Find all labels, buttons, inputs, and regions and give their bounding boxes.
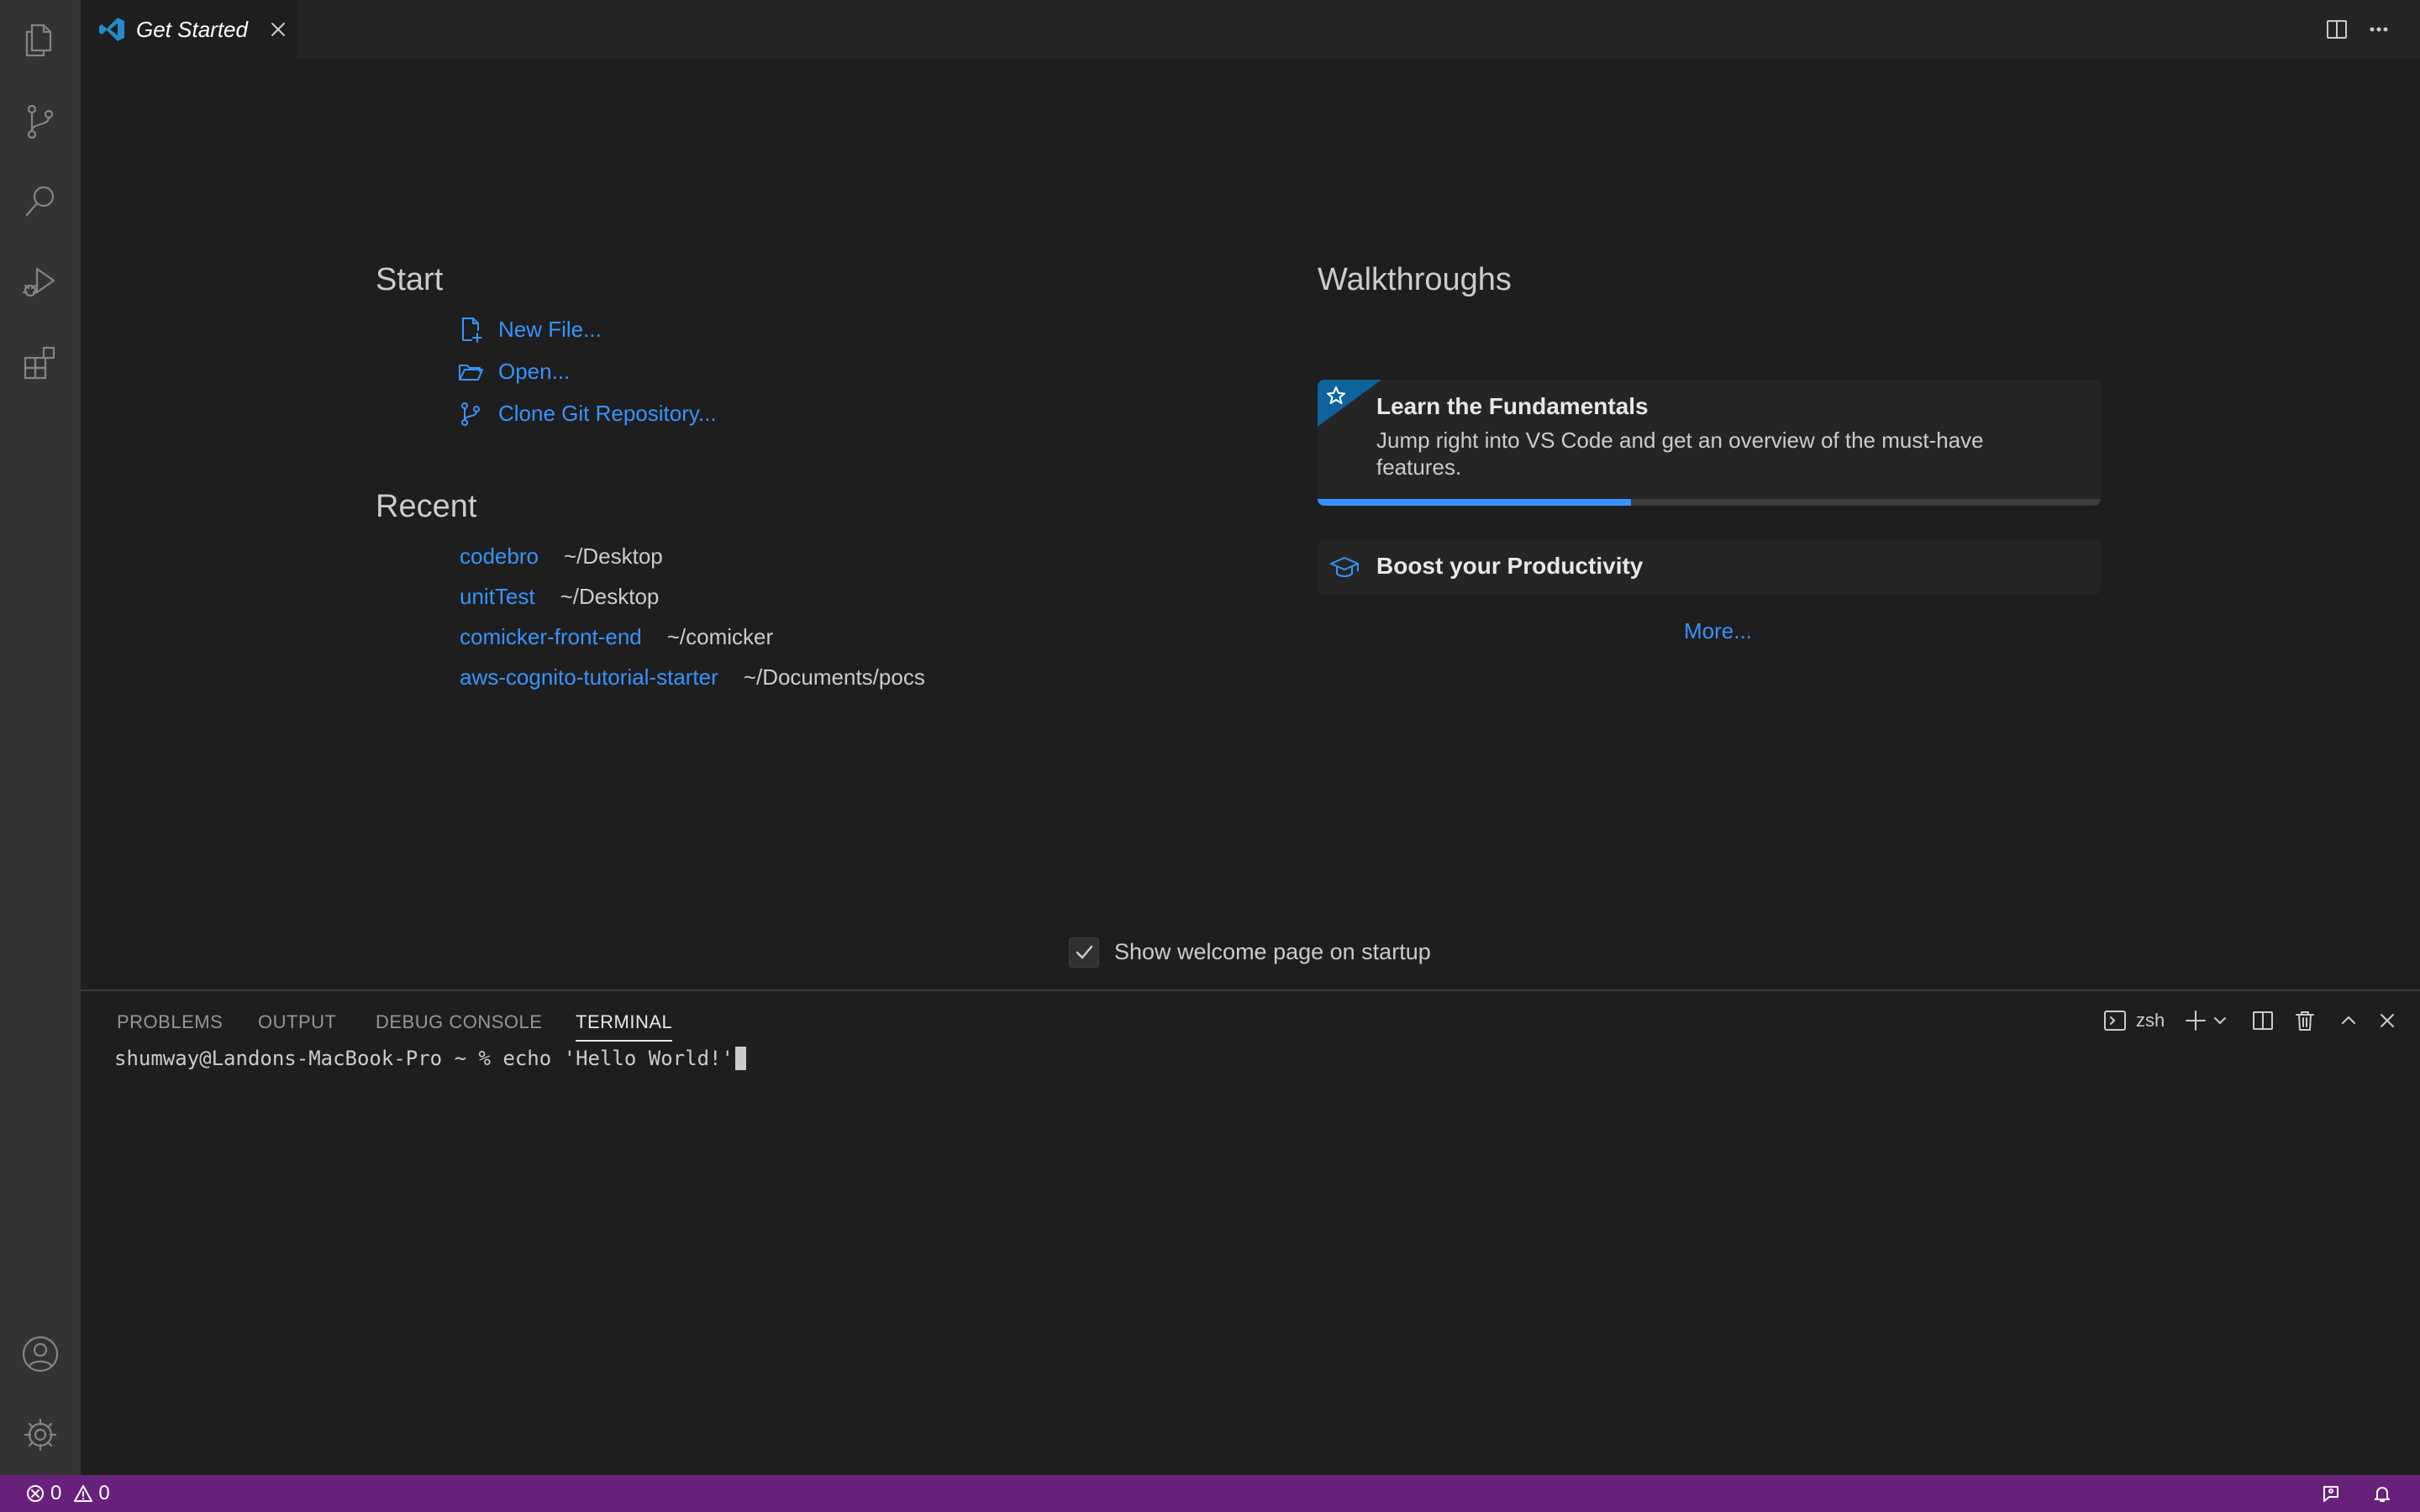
split-terminal-icon[interactable] [2250,1008,2275,1033]
start-heading: Start [376,262,444,297]
tab-terminal[interactable]: TERMINAL [576,1011,673,1042]
recent-item-name[interactable]: unitTest [460,584,535,610]
open-folder-icon [459,365,483,381]
new-file-link[interactable]: New File... [456,312,602,346]
close-icon[interactable] [267,18,289,40]
walkthrough-title: Boost your Productivity [1376,553,1644,579]
git-clone-icon [461,402,480,426]
welcome-page: Start New File... Open... Clone Git Repo… [81,59,2420,990]
walkthrough-progress-bar [1318,499,2101,506]
recent-item-name[interactable]: codebro [460,543,539,570]
search-icon[interactable] [0,161,81,242]
walkthroughs-heading: Walkthroughs [1318,262,1512,297]
status-bar: 0 0 [0,1475,2420,1512]
recent-item-path: ~/Desktop [560,583,660,609]
account-icon[interactable] [0,1314,81,1394]
tab-problems[interactable]: PROBLEMS [117,1011,223,1033]
chevron-down-icon[interactable] [2212,1008,2228,1033]
manage-gear-icon[interactable] [0,1394,81,1475]
recent-heading: Recent [376,489,477,524]
warning-count: 0 [98,1482,110,1504]
tab-get-started[interactable]: Get Started [81,0,297,59]
recent-item[interactable]: aws-cognito-tutorial-starter ~/Documents… [460,660,925,694]
error-count: 0 [50,1482,62,1504]
split-editor-icon[interactable] [2324,17,2349,42]
source-control-icon[interactable] [0,81,81,161]
vscode-logo-icon [99,18,124,41]
feedback-icon[interactable] [2321,1475,2341,1512]
activity-bar [0,0,81,1475]
bottom-panel: PROBLEMS OUTPUT DEBUG CONSOLE TERMINAL z… [81,990,2420,1477]
terminal-output[interactable]: shumway@Landons-MacBook-Pro ~ % echo 'He… [114,1047,746,1070]
open-label: Open... [498,358,571,384]
walkthrough-title: Learn the Fundamentals [1376,393,1649,419]
star-icon [1327,386,1345,404]
run-debug-icon[interactable] [0,242,81,323]
new-file-label: New File... [498,316,602,342]
more-actions-icon[interactable] [2366,17,2391,42]
walkthrough-card-fundamentals[interactable]: Learn the Fundamentals Jump right into V… [1318,380,2101,506]
trash-icon[interactable] [2292,1008,2317,1033]
startup-checkbox-label: Show welcome page on startup [1114,939,1431,964]
mortarboard-icon [1330,557,1359,577]
clone-git-link[interactable]: Clone Git Repository... [456,396,717,430]
bell-icon[interactable] [2372,1475,2392,1512]
terminal-shell-name[interactable]: zsh [2136,1010,2165,1032]
walkthrough-card-productivity[interactable]: Boost your Productivity [1318,539,2101,595]
terminal-line: shumway@Landons-MacBook-Pro ~ % echo 'He… [114,1047,734,1070]
recent-item-path: ~/Documents/pocs [743,664,925,690]
extensions-icon[interactable] [0,323,81,403]
error-icon [27,1485,44,1502]
new-file-icon [462,318,482,343]
recent-item-path: ~/comicker [666,623,774,649]
tab-bar: Get Started [81,0,2420,59]
recent-item-path: ~/Desktop [563,543,663,569]
walkthrough-progress-fill [1318,499,1631,506]
new-terminal-icon[interactable] [2183,1008,2208,1033]
chevron-up-icon[interactable] [2336,1008,2361,1033]
startup-checkbox[interactable] [1069,937,1099,968]
terminal-cursor [734,1047,746,1070]
clone-git-label: Clone Git Repository... [498,400,717,426]
tab-output[interactable]: OUTPUT [258,1011,336,1033]
recent-item[interactable]: comicker-front-end ~/comicker [460,620,773,654]
walkthrough-description: Jump right into VS Code and get an overv… [1376,428,1984,480]
tab-debug-console[interactable]: DEBUG CONSOLE [376,1011,542,1033]
close-panel-icon[interactable] [2375,1008,2400,1033]
more-walkthroughs-link[interactable]: More... [1684,618,1752,644]
recent-item[interactable]: codebro ~/Desktop [460,539,663,573]
recent-item-name[interactable]: aws-cognito-tutorial-starter [460,664,718,690]
recent-item[interactable]: unitTest ~/Desktop [460,580,659,613]
recent-item-name[interactable]: comicker-front-end [460,624,642,650]
tab-title: Get Started [136,16,248,42]
open-link[interactable]: Open... [456,354,570,388]
terminal-shell-icon[interactable] [2102,1008,2128,1033]
files-icon[interactable] [0,0,81,81]
problems-status[interactable]: 0 0 [25,1475,110,1512]
warning-icon [74,1485,93,1502]
